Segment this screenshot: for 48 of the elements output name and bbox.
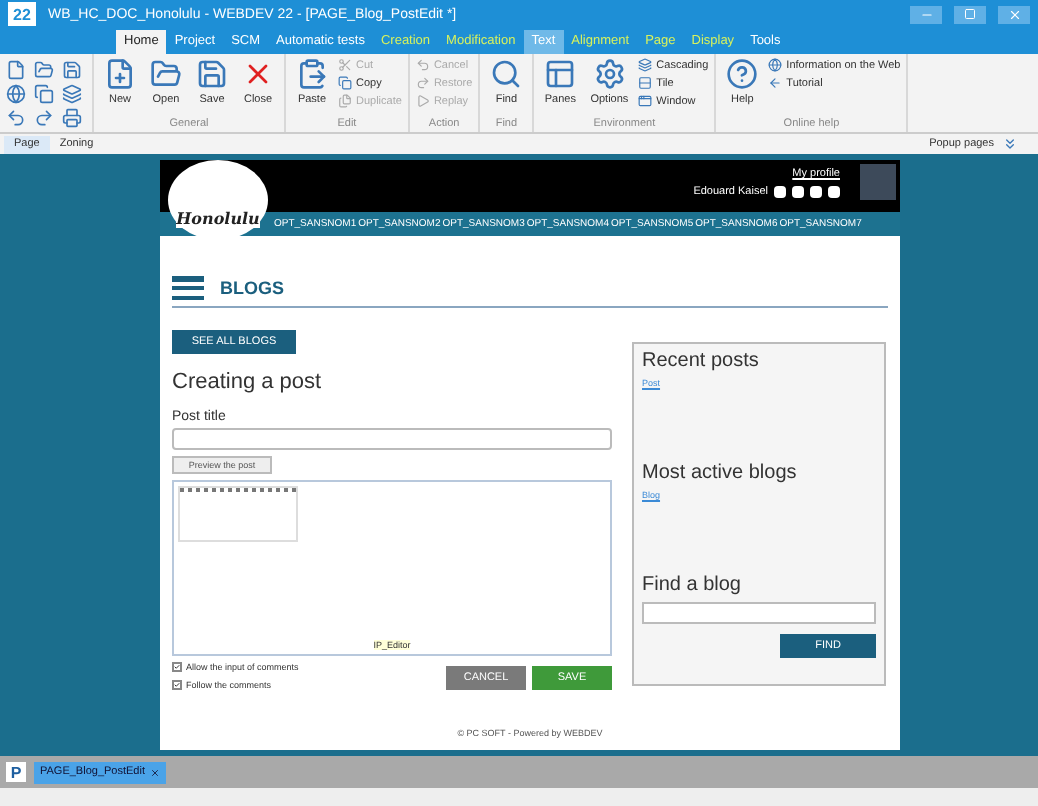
settings-icon bbox=[593, 58, 626, 90]
toolbar-icon[interactable] bbox=[62, 60, 82, 80]
undo-icon bbox=[415, 58, 430, 72]
help-icon bbox=[726, 58, 759, 90]
expand-icon[interactable] bbox=[1002, 136, 1018, 152]
toolbar-icon[interactable] bbox=[34, 108, 54, 128]
scissors-icon bbox=[338, 58, 352, 72]
copy-icon bbox=[338, 76, 352, 90]
editor-toolbar bbox=[178, 486, 298, 542]
maximize-button[interactable] bbox=[954, 5, 986, 23]
maximize-icon bbox=[964, 8, 976, 20]
redo-icon bbox=[415, 76, 430, 90]
page-badge: P bbox=[6, 762, 26, 782]
section-heading: Most active blogs bbox=[642, 462, 799, 484]
arrow-icon bbox=[768, 76, 783, 90]
toolbar-icon[interactable] bbox=[6, 108, 26, 128]
new-file-icon bbox=[104, 58, 136, 90]
minimize-button[interactable] bbox=[910, 5, 942, 23]
toolbar-icon[interactable] bbox=[62, 108, 82, 128]
app-logo: 22 bbox=[8, 2, 36, 26]
search-icon bbox=[490, 58, 523, 90]
save-icon bbox=[196, 58, 228, 90]
duplicate-icon bbox=[338, 94, 352, 108]
toolbar-icon[interactable] bbox=[6, 84, 26, 104]
post-title-field[interactable] bbox=[172, 428, 612, 450]
panes-icon bbox=[544, 58, 577, 90]
window-icon bbox=[638, 94, 653, 108]
toolbar-icon[interactable] bbox=[34, 84, 54, 104]
toolbar-icon[interactable] bbox=[6, 60, 26, 80]
close-icon bbox=[1007, 7, 1021, 21]
folder-icon bbox=[150, 58, 182, 90]
rows-icon bbox=[638, 76, 653, 90]
paste-icon bbox=[296, 58, 328, 90]
play-icon bbox=[415, 94, 430, 108]
checkbox[interactable] bbox=[172, 680, 182, 690]
layers-icon bbox=[638, 58, 653, 72]
photo-placeholder bbox=[860, 164, 896, 200]
section-heading: Recent posts bbox=[642, 350, 761, 372]
toolbar-icon[interactable] bbox=[34, 60, 54, 80]
globe-icon bbox=[768, 58, 783, 72]
menu-icon[interactable] bbox=[172, 276, 204, 300]
close-button[interactable] bbox=[998, 5, 1030, 23]
search-field[interactable] bbox=[642, 602, 876, 624]
checkbox[interactable] bbox=[172, 662, 182, 672]
toolbar-icon[interactable] bbox=[62, 84, 82, 104]
section-heading: Find a blog bbox=[642, 574, 743, 596]
form-heading: Creating a post bbox=[172, 370, 324, 394]
page-title: BLOGS bbox=[220, 278, 285, 298]
